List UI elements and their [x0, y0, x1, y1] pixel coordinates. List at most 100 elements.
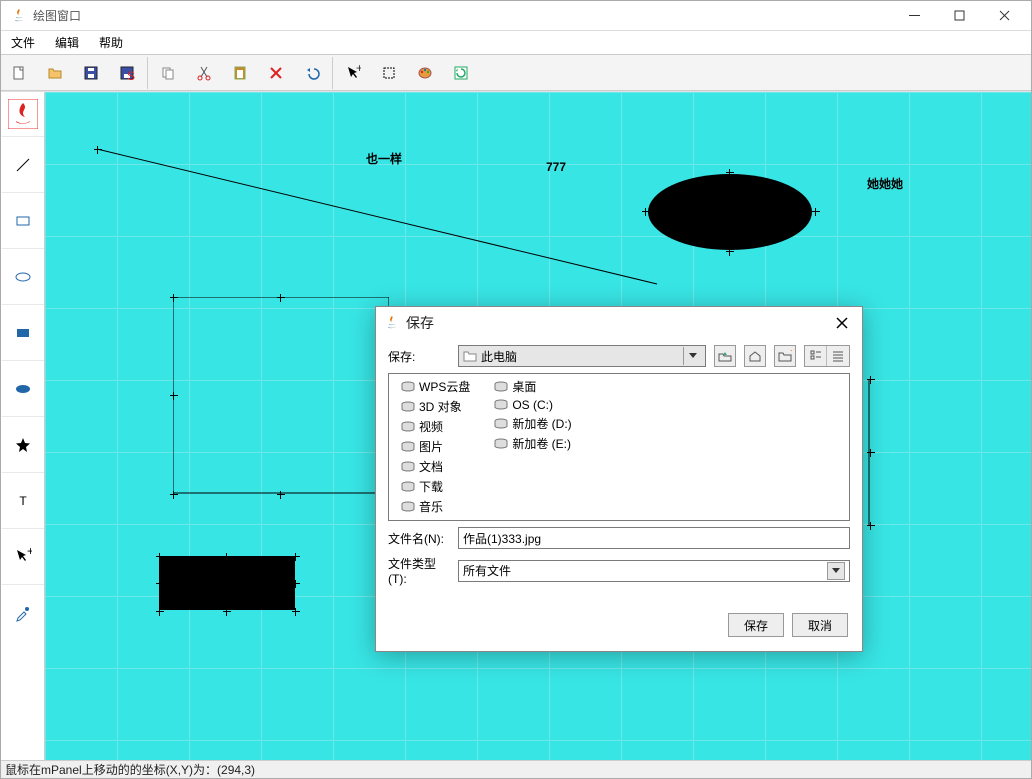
menubar: 文件 编辑 帮助: [1, 31, 1031, 55]
shape-handle[interactable]: [156, 608, 164, 616]
eyedropper-tool[interactable]: [2, 584, 44, 640]
list-view-button[interactable]: [805, 346, 827, 366]
refresh-button[interactable]: [443, 56, 479, 90]
maximize-button[interactable]: [937, 2, 982, 30]
disk-icon: [401, 501, 415, 513]
dialog-close-button[interactable]: [830, 311, 854, 335]
disk-icon: [401, 441, 415, 453]
canvas-text-a[interactable]: 也一样: [366, 150, 402, 167]
folder-icon: [463, 350, 477, 362]
ellipse-shape[interactable]: [645, 172, 815, 252]
star-tool[interactable]: [2, 416, 44, 472]
disk-icon: [494, 381, 508, 393]
move-tool[interactable]: +: [2, 528, 44, 584]
rectangle-tool[interactable]: [2, 192, 44, 248]
filled-ellipse-tool[interactable]: [2, 360, 44, 416]
paint-tool-button[interactable]: [407, 56, 443, 90]
up-folder-button[interactable]: [714, 345, 736, 367]
dialog-title: 保存: [406, 313, 434, 333]
new-button[interactable]: [1, 56, 37, 90]
canvas-text-c[interactable]: 她她她: [867, 175, 903, 192]
save-dialog: 保存 保存: 此电脑 ★ WPS云盘 3D 对象: [375, 306, 863, 652]
filename-label: 文件名(N):: [388, 530, 450, 547]
file-item[interactable]: 下载: [401, 478, 470, 495]
pdf-icon[interactable]: [7, 98, 39, 130]
shape-handle[interactable]: [170, 392, 178, 400]
shape-handle[interactable]: [292, 553, 300, 561]
select-tool-button[interactable]: +: [335, 56, 371, 90]
shape-handle[interactable]: [156, 553, 164, 561]
menu-file[interactable]: 文件: [1, 31, 45, 54]
file-item[interactable]: 3D 对象: [401, 398, 470, 415]
shape-handle[interactable]: [726, 248, 734, 256]
location-dropdown[interactable]: 此电脑: [458, 345, 706, 367]
shape-handle[interactable]: [94, 146, 102, 154]
file-listing[interactable]: WPS云盘 3D 对象 视频 图片 文档 下载 音乐 桌面 OS (C:) 新加…: [388, 373, 850, 521]
svg-text:+: +: [27, 548, 32, 558]
line-tool[interactable]: [2, 136, 44, 192]
disk-icon: [401, 421, 415, 433]
text-tool[interactable]: T: [2, 472, 44, 528]
view-options: [804, 345, 850, 367]
close-button[interactable]: [982, 2, 1027, 30]
dialog-cancel-button[interactable]: 取消: [792, 613, 848, 637]
file-item[interactable]: 音乐: [401, 498, 470, 515]
filled-rect-shape[interactable]: [159, 556, 295, 612]
menu-edit[interactable]: 编辑: [45, 31, 89, 54]
canvas-text-b[interactable]: 777: [546, 160, 566, 174]
filetype-label: 文件类型(T):: [388, 555, 450, 586]
dialog-titlebar: 保存: [376, 307, 862, 339]
window-title: 绘图窗口: [33, 7, 81, 24]
shape-handle[interactable]: [223, 553, 231, 561]
cut-button[interactable]: [186, 56, 222, 90]
minimize-button[interactable]: [892, 2, 937, 30]
file-item[interactable]: OS (C:): [494, 398, 571, 412]
shape-handle[interactable]: [223, 608, 231, 616]
home-button[interactable]: [744, 345, 766, 367]
line-shape[interactable]: [97, 149, 657, 289]
ellipse-tool[interactable]: [2, 248, 44, 304]
paste-button[interactable]: [222, 56, 258, 90]
disk-icon: [494, 418, 508, 430]
shape-handle[interactable]: [642, 208, 650, 216]
shape-handle[interactable]: [292, 608, 300, 616]
svg-text:★: ★: [789, 350, 792, 358]
rect-edge[interactable]: [865, 380, 873, 526]
shape-handle[interactable]: [292, 580, 300, 588]
svg-text:+: +: [356, 65, 361, 75]
shape-handle[interactable]: [726, 169, 734, 177]
save-as-button[interactable]: S: [109, 56, 145, 90]
disk-icon: [401, 461, 415, 473]
marquee-tool-button[interactable]: [371, 56, 407, 90]
chevron-down-icon: [827, 562, 845, 580]
shape-handle[interactable]: [170, 491, 178, 499]
file-item[interactable]: WPS云盘: [401, 378, 470, 395]
filled-rect-tool[interactable]: [2, 304, 44, 360]
delete-button[interactable]: [258, 56, 294, 90]
save-button[interactable]: [73, 56, 109, 90]
menu-help[interactable]: 帮助: [89, 31, 133, 54]
shape-handle[interactable]: [812, 208, 820, 216]
disk-icon: [401, 381, 415, 393]
shape-handle[interactable]: [277, 491, 285, 499]
dialog-save-button[interactable]: 保存: [728, 613, 784, 637]
file-item[interactable]: 新加卷 (D:): [494, 415, 571, 432]
shape-handle[interactable]: [277, 294, 285, 302]
new-folder-button[interactable]: ★: [774, 345, 796, 367]
undo-button[interactable]: [294, 56, 330, 90]
details-view-button[interactable]: [827, 346, 849, 366]
copy-button[interactable]: [150, 56, 186, 90]
file-item[interactable]: 桌面: [494, 378, 571, 395]
file-item[interactable]: 新加卷 (E:): [494, 435, 571, 452]
rect-shape[interactable]: [173, 297, 389, 497]
shape-handle[interactable]: [170, 294, 178, 302]
disk-icon: [401, 401, 415, 413]
save-in-label: 保存:: [388, 348, 450, 365]
shape-handle[interactable]: [156, 580, 164, 588]
open-button[interactable]: [37, 56, 73, 90]
filename-input[interactable]: [458, 527, 850, 549]
file-item[interactable]: 文档: [401, 458, 470, 475]
file-item[interactable]: 视频: [401, 418, 470, 435]
filetype-dropdown[interactable]: 所有文件: [458, 560, 850, 582]
file-item[interactable]: 图片: [401, 438, 470, 455]
